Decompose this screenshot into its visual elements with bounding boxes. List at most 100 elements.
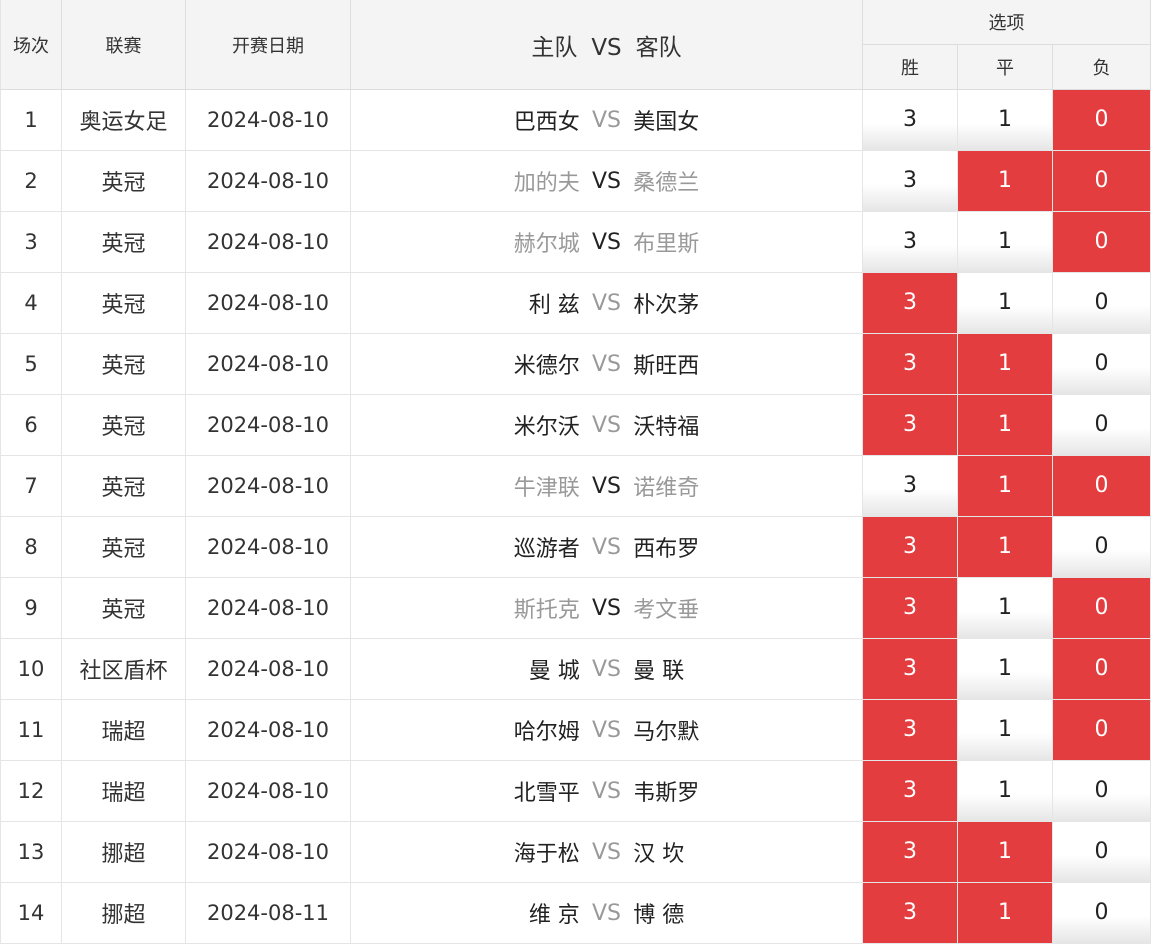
match-date: 2024-08-10	[186, 700, 351, 761]
option-win-button[interactable]: 3	[863, 700, 957, 760]
option-cell-win: 3	[863, 639, 958, 700]
option-draw-button[interactable]: 1	[958, 273, 1052, 333]
option-draw-button[interactable]: 1	[958, 761, 1052, 821]
option-win-button[interactable]: 3	[863, 395, 957, 455]
table-row: 2 英冠 2024-08-10 加的夫 VS 桑德兰 3 1 0	[0, 151, 1151, 212]
option-win-button[interactable]: 3	[863, 761, 957, 821]
match-teams: 海于松 VS 汉 坎	[351, 822, 863, 883]
option-draw-button[interactable]: 1	[958, 334, 1052, 394]
option-cell-win: 3	[863, 578, 958, 639]
table-row: 7 英冠 2024-08-10 牛津联 VS 诺维奇 3 1 0	[0, 456, 1151, 517]
option-cell-draw: 1	[958, 639, 1053, 700]
option-cell-lose: 0	[1053, 151, 1151, 212]
option-cell-lose: 0	[1053, 578, 1151, 639]
option-lose-button[interactable]: 0	[1053, 212, 1151, 272]
option-cell-draw: 1	[958, 761, 1053, 822]
league-name: 英冠	[62, 273, 186, 334]
match-date: 2024-08-10	[186, 212, 351, 273]
option-draw-button[interactable]: 1	[958, 151, 1052, 211]
league-name: 英冠	[62, 517, 186, 578]
option-win-button[interactable]: 3	[863, 456, 957, 516]
away-team: 沃特福	[633, 415, 700, 440]
header-date: 开赛日期	[186, 0, 351, 90]
match-number: 10	[0, 639, 62, 700]
match-date: 2024-08-10	[186, 761, 351, 822]
option-draw-button[interactable]: 1	[958, 578, 1052, 638]
league-name: 挪超	[62, 822, 186, 883]
option-draw-button[interactable]: 1	[958, 700, 1052, 760]
option-draw-button[interactable]: 1	[958, 639, 1052, 699]
header-home: 主队	[531, 34, 578, 61]
vs-label: VS	[592, 656, 622, 682]
option-cell-draw: 1	[958, 334, 1053, 395]
home-team: 海于松	[513, 842, 580, 867]
match-number: 9	[0, 578, 62, 639]
option-lose-button[interactable]: 0	[1053, 334, 1151, 394]
vs-label: VS	[592, 839, 622, 865]
option-draw-button[interactable]: 1	[958, 517, 1052, 577]
vs-label: VS	[592, 778, 622, 804]
option-win-button[interactable]: 3	[863, 273, 957, 333]
match-number: 14	[0, 883, 62, 944]
league-name: 挪超	[62, 883, 186, 944]
option-lose-button[interactable]: 0	[1053, 700, 1151, 760]
match-teams: 北雪平 VS 韦斯罗	[351, 761, 863, 822]
option-lose-button[interactable]: 0	[1053, 883, 1151, 943]
option-win-button[interactable]: 3	[863, 578, 957, 638]
home-team: 北雪平	[513, 781, 580, 806]
option-cell-draw: 1	[958, 212, 1053, 273]
option-draw-button[interactable]: 1	[958, 456, 1052, 516]
option-win-button[interactable]: 3	[863, 334, 957, 394]
option-cell-lose: 0	[1053, 456, 1151, 517]
league-name: 英冠	[62, 578, 186, 639]
option-cell-draw: 1	[958, 578, 1053, 639]
option-draw-button[interactable]: 1	[958, 395, 1052, 455]
home-team: 赫尔城	[513, 232, 580, 257]
option-lose-button[interactable]: 0	[1053, 456, 1151, 516]
option-lose-button[interactable]: 0	[1053, 639, 1151, 699]
option-lose-button[interactable]: 0	[1053, 822, 1151, 882]
match-date: 2024-08-10	[186, 273, 351, 334]
away-team: 诺维奇	[633, 476, 700, 501]
option-lose-button[interactable]: 0	[1053, 517, 1151, 577]
option-lose-button[interactable]: 0	[1053, 151, 1151, 211]
option-win-button[interactable]: 3	[863, 212, 957, 272]
home-team: 维 京	[528, 903, 580, 928]
match-date: 2024-08-10	[186, 334, 351, 395]
match-number: 2	[0, 151, 62, 212]
option-win-button[interactable]: 3	[863, 883, 957, 943]
option-lose-button[interactable]: 0	[1053, 395, 1151, 455]
option-cell-lose: 0	[1053, 90, 1151, 151]
option-cell-win: 3	[863, 822, 958, 883]
option-draw-button[interactable]: 1	[958, 883, 1052, 943]
match-date: 2024-08-11	[186, 883, 351, 944]
option-lose-button[interactable]: 0	[1053, 273, 1151, 333]
option-draw-button[interactable]: 1	[958, 212, 1052, 272]
option-cell-lose: 0	[1053, 761, 1151, 822]
option-cell-draw: 1	[958, 883, 1053, 944]
table-row: 14 挪超 2024-08-11 维 京 VS 博 德 3 1 0	[0, 883, 1151, 944]
option-draw-button[interactable]: 1	[958, 90, 1052, 150]
option-cell-lose: 0	[1053, 273, 1151, 334]
option-win-button[interactable]: 3	[863, 151, 957, 211]
option-win-button[interactable]: 3	[863, 822, 957, 882]
option-cell-lose: 0	[1053, 517, 1151, 578]
option-win-button[interactable]: 3	[863, 517, 957, 577]
match-number: 7	[0, 456, 62, 517]
league-name: 英冠	[62, 212, 186, 273]
match-table: 场次 联赛 开赛日期 主队 VS 客队 选项 胜 平 负 1 奥运女足 2024-0…	[0, 0, 1151, 944]
option-lose-button[interactable]: 0	[1053, 90, 1151, 150]
match-number: 4	[0, 273, 62, 334]
option-cell-win: 3	[863, 761, 958, 822]
option-win-button[interactable]: 3	[863, 90, 957, 150]
match-teams: 米德尔 VS 斯旺西	[351, 334, 863, 395]
match-teams: 巴西女 VS 美国女	[351, 90, 863, 151]
match-number: 13	[0, 822, 62, 883]
option-win-button[interactable]: 3	[863, 639, 957, 699]
league-name: 瑞超	[62, 761, 186, 822]
option-lose-button[interactable]: 0	[1053, 578, 1151, 638]
option-lose-button[interactable]: 0	[1053, 761, 1151, 821]
option-cell-lose: 0	[1053, 334, 1151, 395]
option-cell-win: 3	[863, 212, 958, 273]
option-draw-button[interactable]: 1	[958, 822, 1052, 882]
